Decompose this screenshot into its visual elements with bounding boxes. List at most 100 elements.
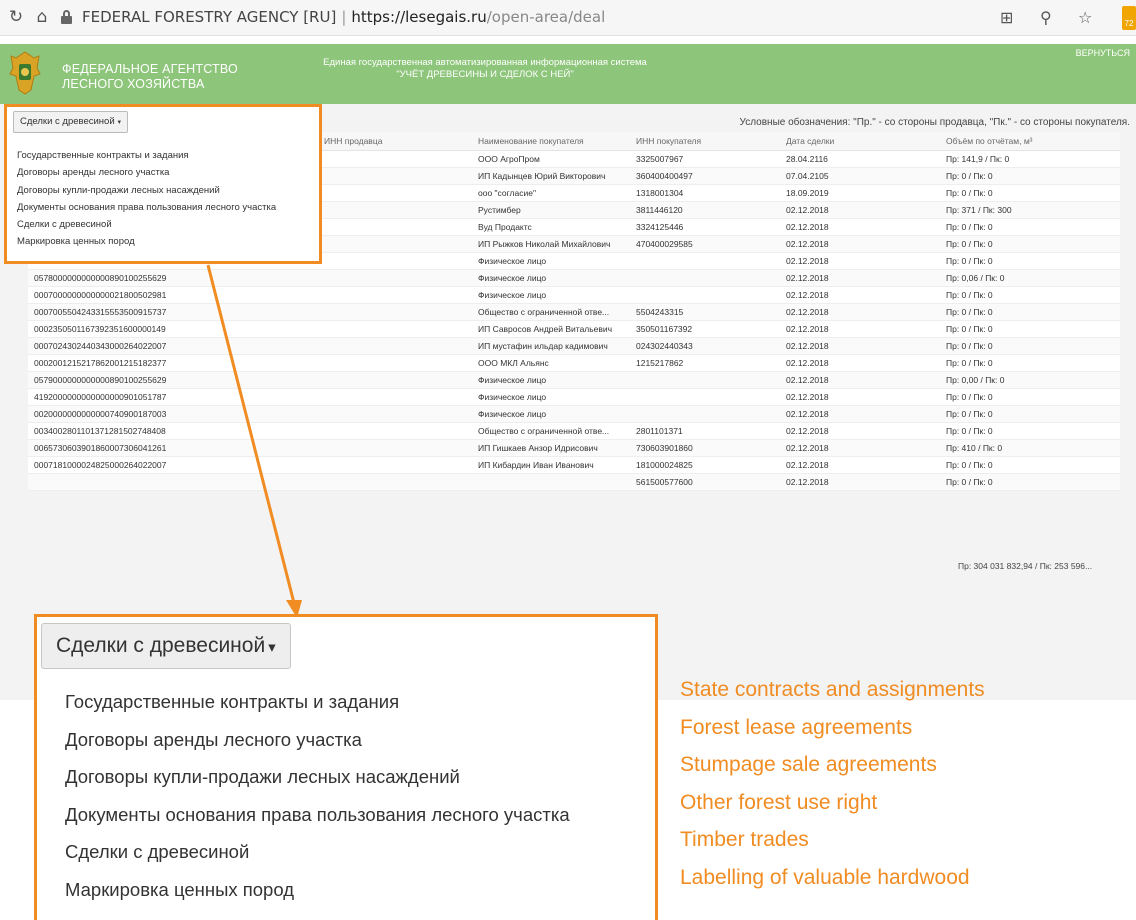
- table-cell: Пр: 410 / Пк: 0: [940, 439, 1120, 458]
- table-cell: Пр: 0 / Пк: 0: [940, 422, 1120, 441]
- table-cell: [630, 269, 780, 287]
- table-cell: 0065730603901860007306041261: [28, 439, 318, 458]
- menu-item[interactable]: Документы основания права пользования ле…: [17, 199, 276, 216]
- table-cell: 02.12.2018: [780, 473, 940, 492]
- translation-item: Forest lease agreements: [680, 715, 913, 739]
- table-cell: 02.12.2018: [780, 235, 940, 253]
- table-cell: [318, 286, 472, 304]
- menu-item[interactable]: Маркировка ценных пород: [65, 871, 570, 909]
- table-row[interactable]: 561500577600 02.12.2018 Пр: 0 / Пк: 0: [28, 473, 1120, 492]
- table-cell: 0007000000000000021800502981: [28, 286, 318, 304]
- table-cell: [318, 371, 472, 390]
- table-cell: Пр: 0 / Пк: 0: [940, 303, 1120, 321]
- table-row[interactable]: 0578000000000000890100255629 Физическое л…: [28, 269, 1120, 287]
- table-cell: 350501167392: [630, 320, 780, 339]
- table-cell: Пр: 141,9 / Пк: 0: [940, 150, 1120, 168]
- table-cell: [318, 473, 472, 492]
- table-cell: Пр: 0 / Пк: 0: [940, 252, 1120, 270]
- table-cell: 0007181000024825000264022007: [28, 456, 318, 475]
- menu-item[interactable]: Договоры аренды лесного участка: [65, 721, 570, 759]
- table-row[interactable]: 0007024302440343000264022007 ИП мустафин …: [28, 337, 1120, 356]
- site-title: FEDERAL FORESTRY AGENCY [RU]: [82, 8, 337, 26]
- translation-item: Stumpage sale agreements: [680, 753, 937, 776]
- table-cell: [318, 405, 472, 424]
- table-cell: [318, 150, 472, 168]
- table-row[interactable]: 0007005504243315553500915737 Общество с о…: [28, 303, 1120, 321]
- table-cell: Пр: 0 / Пк: 0: [940, 456, 1120, 475]
- column-header[interactable]: Объём по отчётам, м³: [940, 132, 1120, 151]
- url-host: https://lesegais.ru: [351, 8, 487, 26]
- translation-item: Other forest use right: [680, 790, 878, 814]
- zoom-icon[interactable]: ⚲: [1040, 8, 1052, 27]
- extension-icon[interactable]: 72: [1122, 6, 1136, 30]
- site-header: ФЕДЕРАЛЬНОЕ АГЕНТСТВО ЛЕСНОГО ХОЗЯЙСТВА …: [0, 44, 1136, 104]
- menu-item[interactable]: Документы основания права пользования ле…: [65, 796, 570, 834]
- table-cell: 18.09.2019: [780, 184, 940, 202]
- column-header[interactable]: Наименование покупателя: [472, 132, 630, 151]
- menu-item[interactable]: Сделки с древесиной: [17, 216, 276, 233]
- caret-down-icon: ▾: [268, 639, 276, 656]
- address-bar[interactable]: FEDERAL FORESTRY AGENCY [RU] | https://les…: [82, 8, 605, 26]
- star-icon[interactable]: ☆: [1078, 8, 1092, 27]
- table-cell: ИП Кадынцев Юрий Викторович: [472, 167, 630, 185]
- back-link[interactable]: ВЕРНУТЬСЯ: [1076, 48, 1130, 58]
- table-row[interactable]: 0034002801101371281502748408 Общество с о…: [28, 422, 1120, 441]
- browser-toolbar: ↻ ⌂ FEDERAL FORESTRY AGENCY [RU] | https:/…: [0, 0, 1136, 36]
- column-header[interactable]: Дата сделки: [780, 132, 940, 151]
- table-row[interactable]: 0020000000000000740900187003 Физическое л…: [28, 405, 1120, 424]
- table-row[interactable]: 0002001215217862001215182377 ООО МКЛ Алья…: [28, 354, 1120, 373]
- table-cell: [318, 439, 472, 458]
- table-cell: [318, 388, 472, 407]
- table-row[interactable]: 0065730603901860007306041261 ИП Гишкаев А…: [28, 439, 1120, 458]
- table-cell: Пр: 0 / Пк: 0: [940, 167, 1120, 185]
- table-row[interactable]: 0579000000000000890100255629 Физическое л…: [28, 371, 1120, 390]
- table-row[interactable]: 4192000000000000000901051787 Физическое л…: [28, 388, 1120, 407]
- table-cell: [318, 320, 472, 339]
- reload-icon[interactable]: ↻: [6, 7, 26, 27]
- table-cell: [630, 252, 780, 270]
- table-cell: ИП Гишкаев Анзор Идрисович: [472, 439, 630, 458]
- table-cell: Пр: 0 / Пк: 0: [940, 473, 1120, 492]
- dropdown-button[interactable]: Сделки с древесиной ▾: [13, 111, 128, 133]
- menu-item[interactable]: Договоры аренды лесного участка: [17, 164, 276, 181]
- table-cell: Пр: 0 / Пк: 0: [940, 184, 1120, 202]
- table-cell: [318, 269, 472, 287]
- table-cell: 024302440343: [630, 337, 780, 356]
- menu-item[interactable]: Договоры купли-продажи лесных насаждений: [65, 758, 570, 796]
- dropdown-menu: Государственные контракты и задания Дого…: [17, 147, 276, 251]
- table-cell: 1318001304: [630, 184, 780, 202]
- menu-item[interactable]: Государственные контракты и задания: [17, 147, 276, 164]
- table-cell: 5504243315: [630, 303, 780, 321]
- dropdown-button-enlarged[interactable]: Сделки с древесиной ▾: [41, 623, 291, 669]
- table-cell: Физическое лицо: [472, 269, 630, 287]
- home-icon[interactable]: ⌂: [32, 7, 52, 27]
- table-cell: [318, 184, 472, 202]
- table-cell: [318, 218, 472, 236]
- table-cell: Физическое лицо: [472, 388, 630, 407]
- column-header[interactable]: ИНН продавца: [318, 132, 472, 151]
- table-cell: Пр: 0 / Пк: 0: [940, 235, 1120, 253]
- table-cell: ооо "согласие": [472, 184, 630, 202]
- system-name: Единая государственная автоматизированна…: [323, 57, 647, 80]
- translate-icon[interactable]: ⊞: [1000, 8, 1013, 27]
- table-cell: 4192000000000000000901051787: [28, 388, 318, 407]
- table-cell: Пр: 0 / Пк: 0: [940, 388, 1120, 407]
- menu-item[interactable]: Маркировка ценных пород: [17, 233, 276, 250]
- menu-item[interactable]: Государственные контракты и задания: [65, 683, 570, 721]
- table-row[interactable]: 0007000000000000021800502981 Физическое л…: [28, 286, 1120, 304]
- table-cell: 02.12.2018: [780, 337, 940, 356]
- table-cell: Пр: 0 / Пк: 0: [940, 218, 1120, 236]
- table-cell: 02.12.2018: [780, 354, 940, 373]
- table-row[interactable]: 0007181000024825000264022007 ИП Кибардин …: [28, 456, 1120, 475]
- table-cell: ИП мустафин ильдар кадимович: [472, 337, 630, 356]
- table-cell: Физическое лицо: [472, 405, 630, 424]
- lock-icon[interactable]: [60, 10, 73, 25]
- table-cell: 181000024825: [630, 456, 780, 475]
- table-row[interactable]: 0002350501167392351600000149 ИП Савросов …: [28, 320, 1120, 339]
- translation-item: Timber trades: [680, 828, 809, 851]
- menu-item[interactable]: Договоры купли-продажи лесных насаждений: [17, 182, 276, 199]
- column-header[interactable]: ИНН покупателя: [630, 132, 780, 151]
- table-cell: 02.12.2018: [780, 320, 940, 339]
- table-cell: [318, 354, 472, 373]
- menu-item[interactable]: Сделки с древесиной: [65, 833, 570, 871]
